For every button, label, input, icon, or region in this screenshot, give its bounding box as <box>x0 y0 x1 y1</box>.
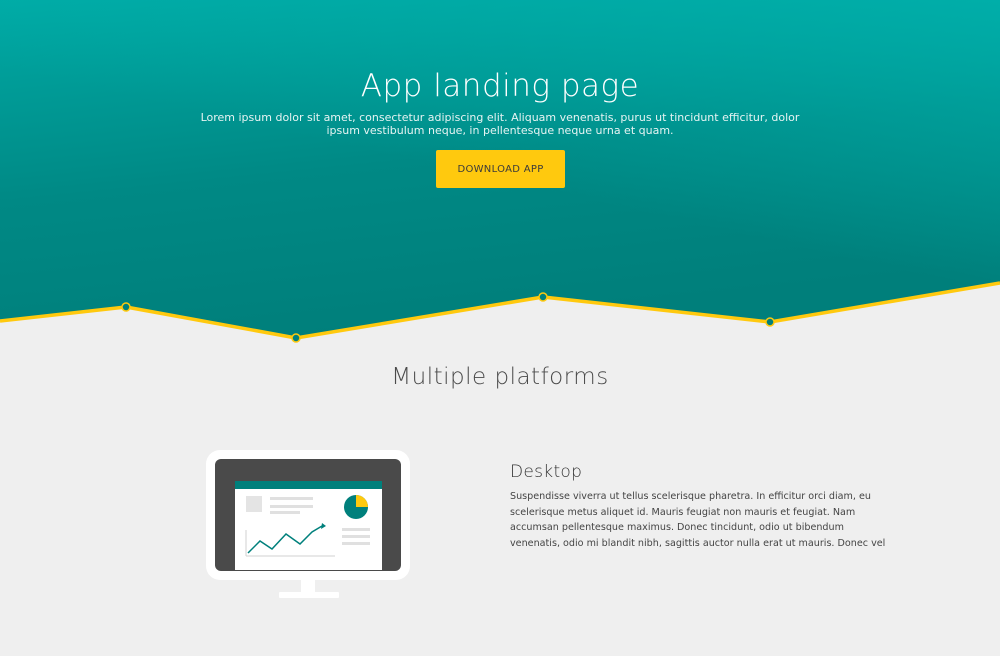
divider-dot <box>538 292 548 302</box>
divider-dot <box>765 317 775 327</box>
feature-heading-desktop: Desktop <box>510 462 583 482</box>
feature-text-desktop: Suspendisse viverra ut tellus scelerisqu… <box>510 491 886 549</box>
download-app-button[interactable]: DOWNLOAD APP <box>436 150 565 188</box>
desktop-monitor-icon <box>206 450 410 598</box>
hero-title: App landing page <box>360 68 640 104</box>
divider-dot <box>121 302 131 312</box>
hero-subtitle: Lorem ipsum dolor sit amet, consectetur … <box>200 111 800 137</box>
landing-page: App landing page Lorem ipsum dolor sit a… <box>0 0 1000 656</box>
section-title-platforms: Multiple platforms <box>391 364 609 390</box>
divider-dot <box>291 333 301 343</box>
